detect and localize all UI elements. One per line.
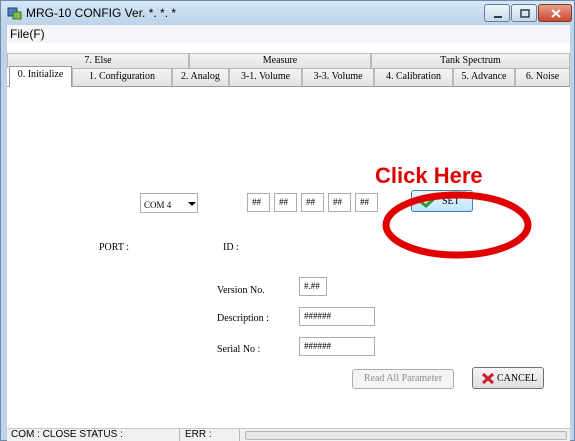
- id-field-1[interactable]: ##: [247, 193, 270, 212]
- maximize-icon: [520, 9, 530, 18]
- tab-analog[interactable]: 2. Analog: [172, 68, 229, 86]
- cancel-button[interactable]: CANCEL: [472, 367, 544, 389]
- serial-field[interactable]: ######: [299, 337, 375, 356]
- version-label: Version No.: [217, 285, 265, 296]
- id-field-2[interactable]: ##: [274, 193, 297, 212]
- tab-volume-3-3[interactable]: 3-3. Volume: [302, 68, 374, 86]
- tab-configuration[interactable]: 1. Configuration: [72, 68, 172, 86]
- highlight-circle-annotation: [382, 191, 532, 259]
- serial-label: Serial No :: [217, 344, 261, 355]
- version-value: #.##: [299, 277, 327, 296]
- read-all-parameter-button[interactable]: Read All Parameter: [352, 369, 454, 389]
- app-window: MRG-10 CONFIG Ver. *. *. * File(F) 7. El…: [0, 0, 575, 441]
- id-field-5[interactable]: ##: [355, 193, 378, 212]
- close-button[interactable]: [538, 4, 572, 22]
- minimize-icon: [494, 16, 502, 18]
- tab-initialize[interactable]: 0. Initialize: [9, 66, 72, 87]
- com-status: COM : CLOSE STATUS :: [11, 429, 123, 440]
- cancel-x-icon: [481, 372, 495, 385]
- close-icon: [551, 9, 561, 18]
- status-divider: [179, 429, 180, 441]
- err-status: ERR :: [185, 429, 212, 440]
- tab-row-lower: 0. Initialize 1. Configuration 2. Analog…: [7, 66, 570, 87]
- port-select[interactable]: COM 4: [140, 193, 198, 213]
- title-bar[interactable]: MRG-10 CONFIG Ver. *. *. *: [1, 1, 574, 25]
- click-here-annotation: Click Here: [375, 163, 483, 188]
- port-label: PORT :: [99, 242, 130, 253]
- tab-calibration[interactable]: 4. Calibration: [374, 68, 453, 86]
- progress-bar: [245, 431, 567, 440]
- description-label: Description :: [217, 313, 269, 324]
- tab-measure[interactable]: Measure: [189, 53, 371, 68]
- id-field-4[interactable]: ##: [328, 193, 351, 212]
- minimize-button[interactable]: [484, 4, 510, 22]
- menu-file[interactable]: File(F): [10, 27, 45, 41]
- tab-advance[interactable]: 5. Advance: [453, 68, 515, 86]
- app-icon: [7, 7, 22, 20]
- menu-bar: File(F): [7, 25, 570, 43]
- tab-volume-3-1[interactable]: 3-1. Volume: [229, 68, 302, 86]
- port-value: COM 4: [144, 200, 172, 210]
- window-title: MRG-10 CONFIG Ver. *. *. *: [26, 6, 177, 20]
- cancel-button-label: CANCEL: [497, 373, 537, 384]
- maximize-button[interactable]: [511, 4, 537, 22]
- chevron-down-icon: [188, 202, 196, 206]
- tab-tank-spectrum[interactable]: Tank Spectrum: [371, 53, 570, 68]
- status-divider: [239, 429, 240, 441]
- client-area: 7. Else Measure Tank Spectrum 0. Initial…: [7, 43, 570, 428]
- id-label: ID :: [223, 242, 239, 253]
- id-field-3[interactable]: ##: [301, 193, 324, 212]
- description-field[interactable]: ######: [299, 307, 375, 326]
- status-bar: COM : CLOSE STATUS : ERR :: [7, 428, 570, 441]
- tab-noise[interactable]: 6. Noise: [515, 68, 570, 86]
- tab-row-upper: 7. Else Measure Tank Spectrum: [7, 53, 570, 68]
